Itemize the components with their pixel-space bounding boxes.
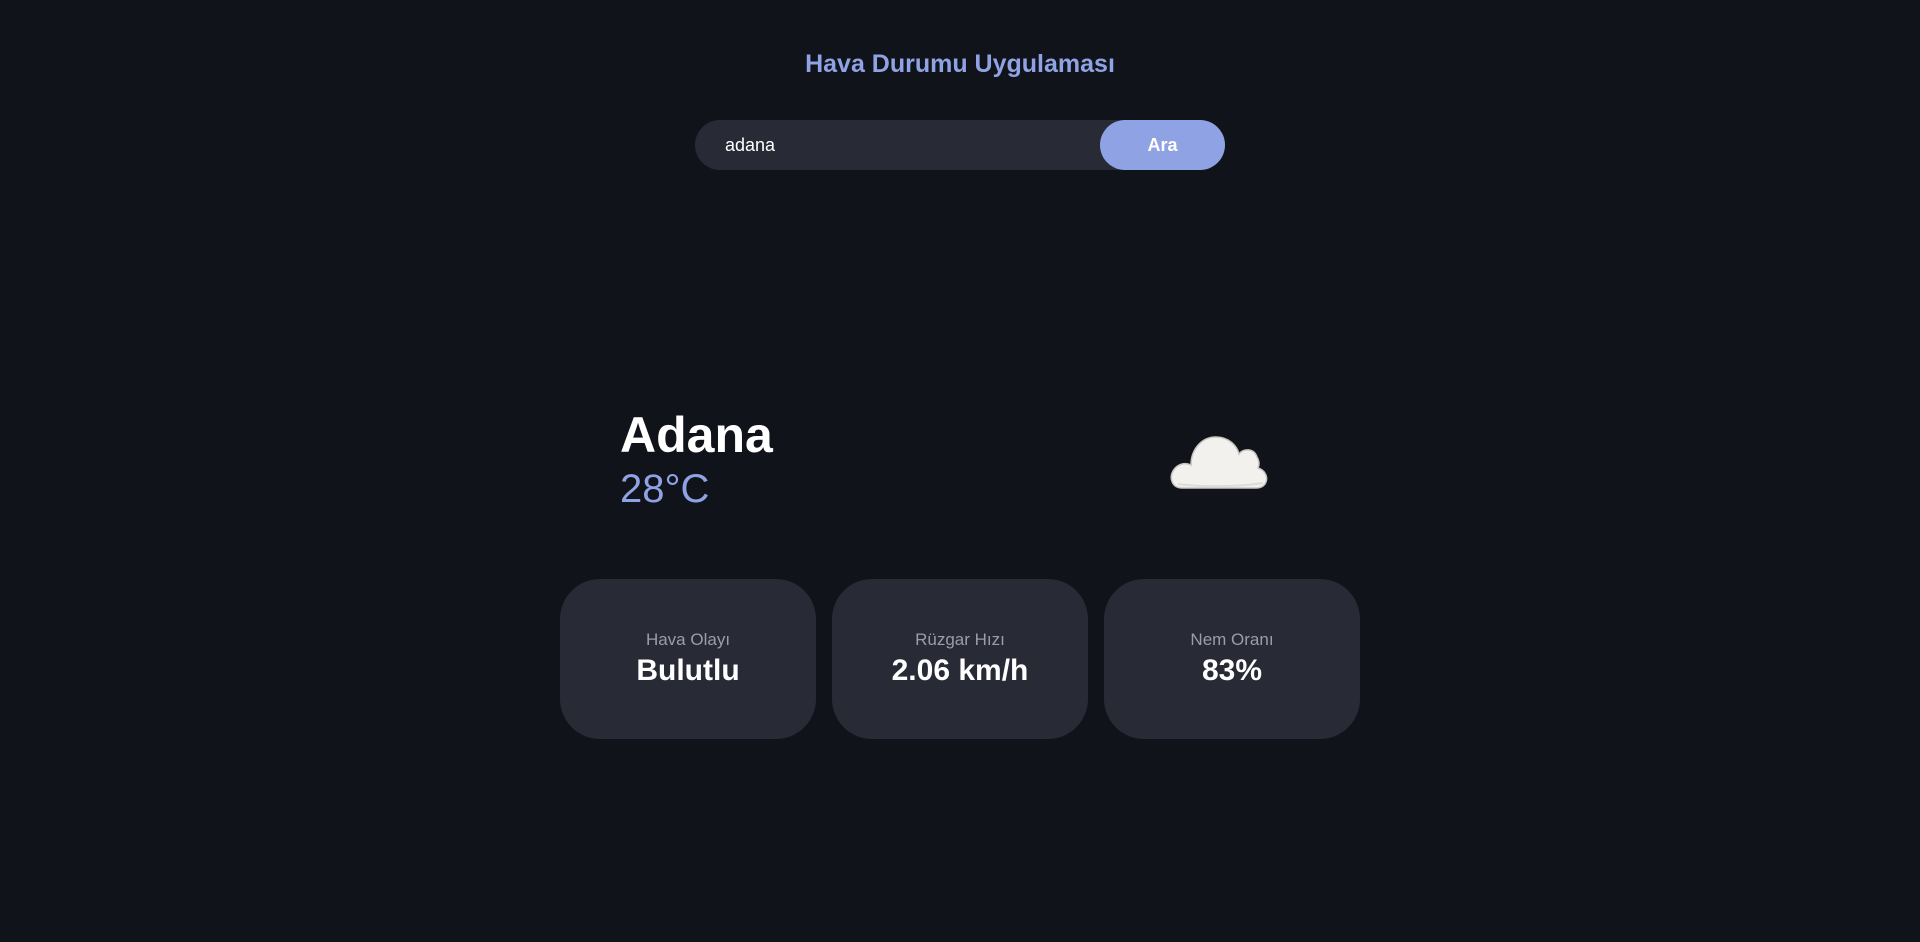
weather-condition-card: Hava Olayı Bulutlu (560, 579, 816, 739)
card-label: Hava Olayı (645, 630, 731, 649)
card-label: Rüzgar Hızı (915, 630, 1005, 649)
search-button[interactable]: Ara (1100, 120, 1225, 170)
weather-app: Hava Durumu Uygulaması Ara Adana 28°C Ha… (0, 0, 1920, 942)
weather-details: Hava Olayı Bulutlu Rüzgar Hızı 2.06 km/h… (560, 579, 1360, 739)
city-search-input[interactable] (695, 120, 1100, 170)
current-weather: Adana 28°C (620, 405, 773, 513)
card-label: Nem Oranı (1190, 630, 1274, 649)
card-value: Bulutlu (636, 654, 740, 687)
wind-speed-card: Rüzgar Hızı 2.06 km/h (832, 579, 1088, 739)
cloud-icon (1168, 420, 1270, 492)
humidity-card: Nem Oranı 83% (1104, 579, 1360, 739)
card-value: 2.06 km/h (891, 654, 1029, 687)
app-title: Hava Durumu Uygulaması (805, 50, 1115, 78)
temperature: 28°C (620, 467, 710, 511)
card-value: 83% (1201, 654, 1263, 687)
search-bar: Ara (695, 120, 1225, 170)
city-name: Adana (620, 407, 773, 463)
